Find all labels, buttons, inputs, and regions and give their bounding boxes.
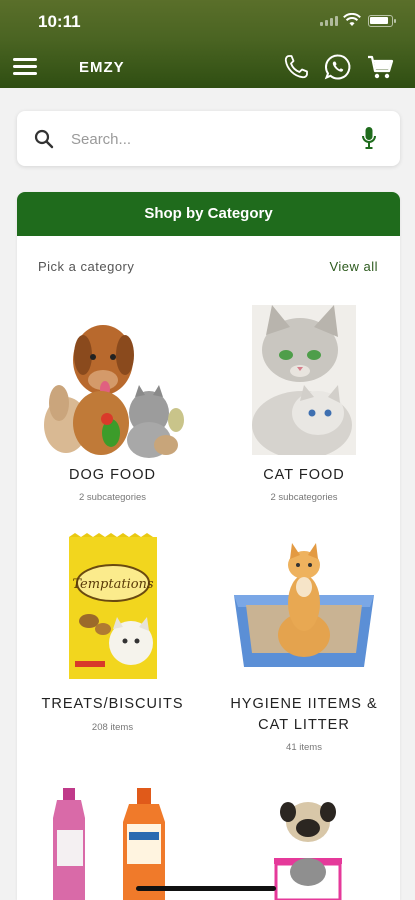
battery-icon — [368, 15, 396, 27]
home-indicator[interactable] — [136, 886, 276, 891]
dog-food-image — [44, 325, 184, 458]
cellular-signal-icon — [320, 16, 338, 26]
category-tile-treats-biscuits[interactable]: Temptations TREATS/BISCUITS 208 items — [17, 527, 208, 762]
category-name: CAT FOOD — [263, 467, 345, 483]
category-name: TREATS/BISCUITS — [41, 696, 184, 712]
cat-litter-image — [234, 543, 374, 667]
treats-biscuits-image: Temptations — [69, 533, 157, 679]
category-tile-cat-food[interactable]: CAT FOOD 2 subcategories — [208, 297, 400, 512]
pick-category-label: Pick a category — [38, 259, 135, 274]
accessories-image — [274, 802, 342, 900]
category-tile-accessories[interactable] — [208, 782, 400, 900]
category-tile-dog-food[interactable]: DOG FOOD 2 subcategories — [17, 297, 208, 512]
wifi-icon — [343, 13, 361, 26]
category-card: Shop by Category Pick a category View al… — [17, 192, 400, 900]
category-name: HYGIENE IITEMS & CAT LITTER — [230, 696, 378, 733]
card-header: Shop by Category — [17, 192, 400, 236]
menu-icon — [13, 58, 37, 61]
cat-food-image — [252, 305, 356, 455]
svg-text:Temptations: Temptations — [72, 577, 154, 592]
cart-icon[interactable] — [366, 53, 394, 81]
app-screen: 10:11 EMZY Search... Shop by Category Pi… — [0, 0, 415, 900]
status-time: 10:11 — [38, 12, 81, 31]
status-bar: 10:11 — [0, 0, 415, 44]
category-subtitle: 41 items — [286, 742, 322, 753]
microphone-icon[interactable] — [361, 126, 377, 150]
search-bar — [17, 111, 400, 166]
search-input[interactable] — [71, 121, 351, 157]
view-all-link[interactable]: View all — [329, 259, 378, 274]
whatsapp-icon[interactable] — [324, 53, 352, 81]
category-subtitle: 2 subcategories — [78, 492, 147, 503]
category-name: DOG FOOD — [69, 467, 156, 483]
menu-button[interactable] — [13, 58, 37, 76]
phone-icon[interactable] — [282, 53, 310, 81]
search-icon — [34, 129, 54, 149]
grooming-products-image — [53, 788, 165, 900]
brand-title: EMZY — [79, 59, 125, 76]
category-tile-grooming[interactable] — [17, 782, 208, 900]
category-tile-hygiene-cat-litter[interactable]: HYGIENE IITEMS & CAT LITTER 41 items — [208, 527, 400, 762]
app-header: 10:11 EMZY — [0, 0, 415, 88]
category-subtitle: 208 items — [91, 722, 134, 733]
category-subtitle: 2 subcategories — [270, 492, 338, 503]
